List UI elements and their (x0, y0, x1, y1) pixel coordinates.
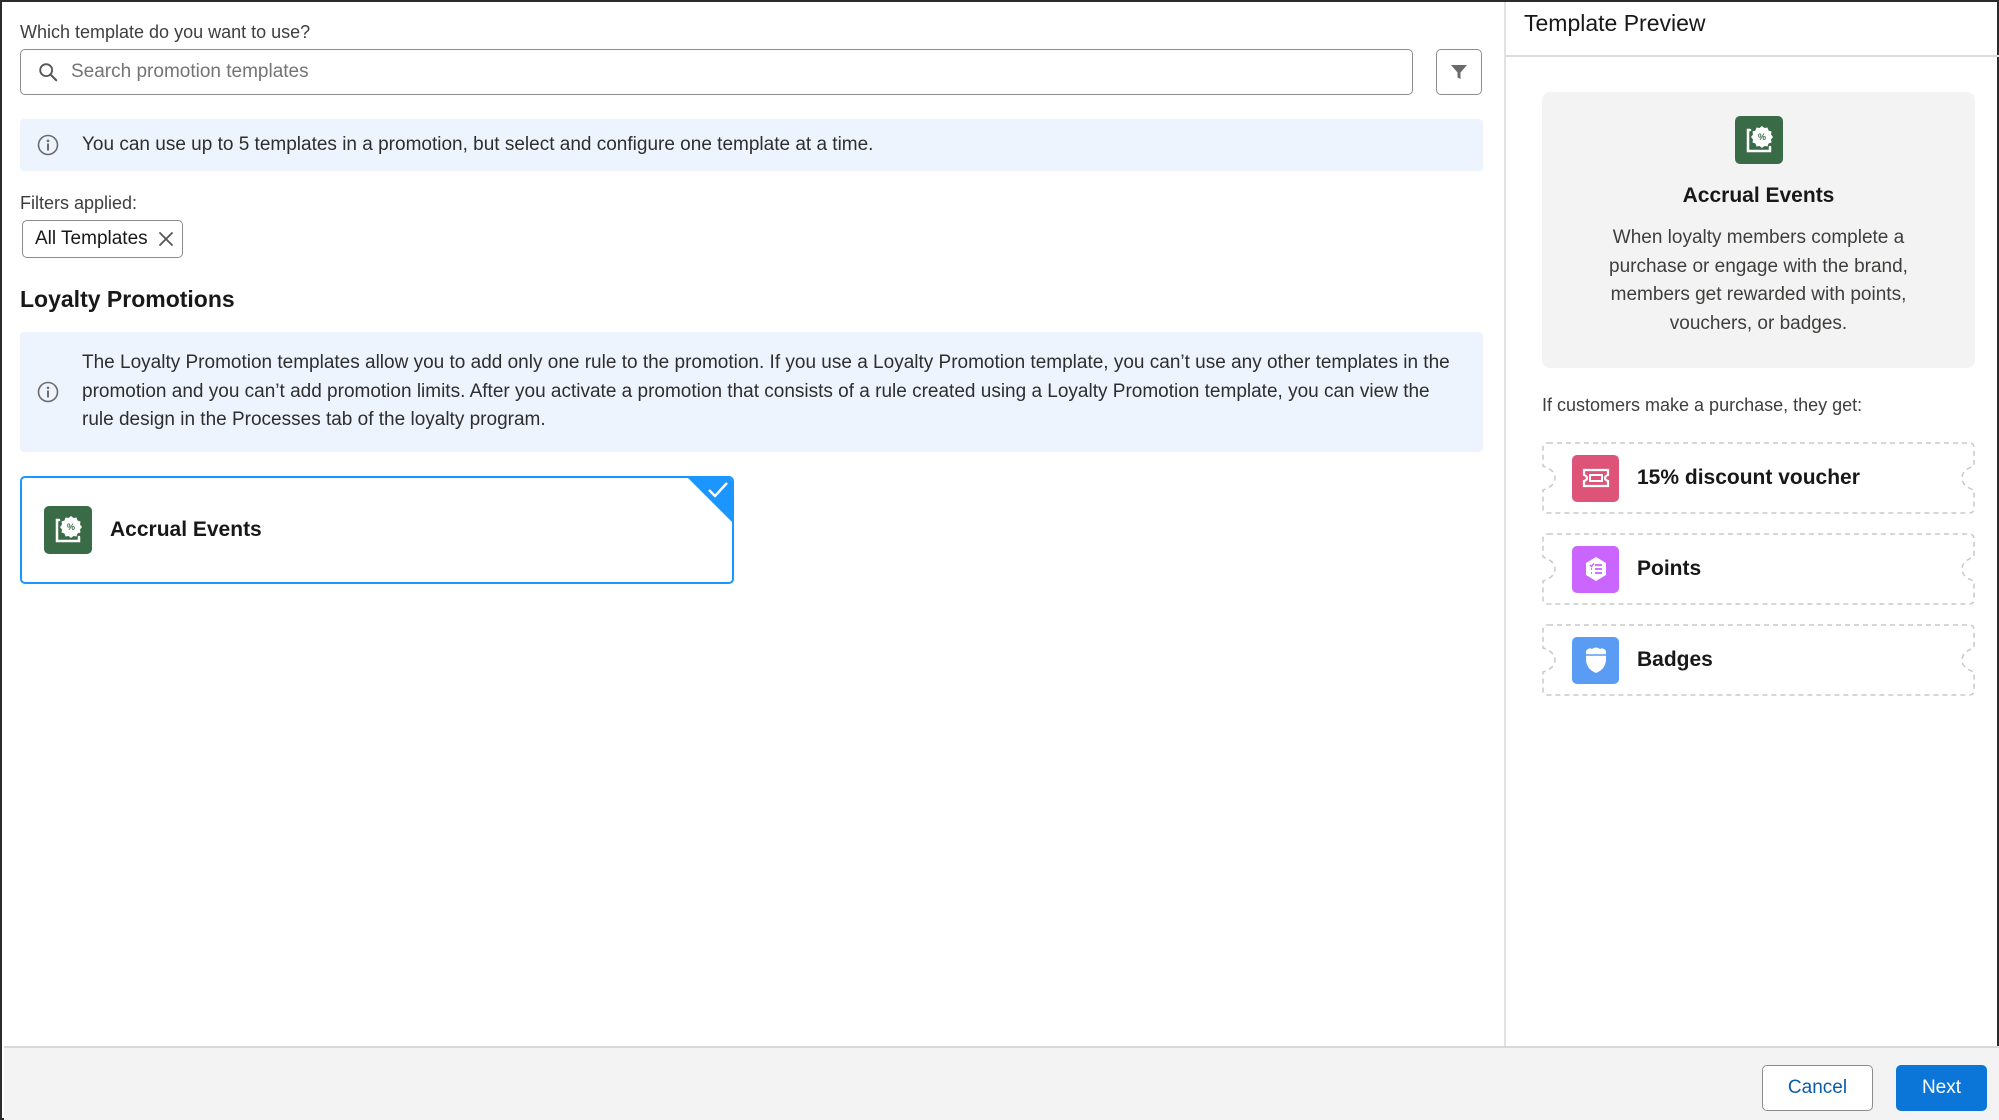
next-button[interactable]: Next (1896, 1065, 1987, 1111)
reward-label: Points (1637, 557, 1702, 580)
reward-item-badges: Badges (1542, 624, 1975, 696)
svg-text:%: % (67, 522, 75, 532)
modal-footer: Cancel Next (4, 1046, 1999, 1120)
loyalty-promotions-info-banner: The Loyalty Promotion templates allow yo… (20, 332, 1483, 452)
badge-icon (1572, 636, 1619, 684)
check-icon (708, 482, 728, 498)
filter-pill-all-templates[interactable]: All Templates (22, 220, 183, 258)
template-card-name: Accrual Events (110, 518, 262, 541)
template-question-label: Which template do you want to use? (20, 22, 311, 42)
filter-button[interactable] (1436, 49, 1482, 95)
filter-pill-label: All Templates (35, 228, 148, 249)
search-input[interactable] (71, 61, 1371, 83)
template-preview-title: Template Preview (1524, 10, 1706, 36)
svg-text:%: % (1757, 132, 1765, 142)
info-banner-text: You can use up to 5 templates in a promo… (82, 133, 874, 155)
rewards-label: If customers make a purchase, they get: (1542, 395, 1863, 415)
reward-item-points: Points (1542, 533, 1975, 605)
cancel-button[interactable]: Cancel (1762, 1065, 1873, 1111)
accrual-events-icon: % (1734, 116, 1783, 164)
modal-frame: Which template do you want to use? You c… (0, 0, 1999, 1120)
points-icon (1572, 545, 1619, 593)
info-icon (37, 134, 59, 156)
loyalty-info-text: The Loyalty Promotion templates allow yo… (82, 352, 1450, 431)
reward-label: Badges (1637, 648, 1713, 671)
templates-limit-info-banner: You can use up to 5 templates in a promo… (20, 119, 1483, 171)
template-search-field[interactable] (20, 49, 1413, 95)
filter-icon (1451, 65, 1467, 79)
search-icon (39, 63, 58, 82)
template-preview-card: % Accrual Events When loyalty members co… (1542, 92, 1975, 368)
template-card-accrual-events[interactable]: % Accrual Events (20, 476, 734, 584)
preview-template-name: Accrual Events (1682, 184, 1835, 207)
reward-item-voucher: 15% discount voucher (1542, 442, 1975, 514)
info-icon (37, 381, 59, 403)
template-preview-pane: Template Preview % Accrual Events When l… (1506, 2, 1999, 1046)
loyalty-promotions-heading: Loyalty Promotions (20, 286, 235, 312)
reward-label: 15% discount voucher (1637, 466, 1860, 489)
preview-header-divider (1506, 55, 1999, 57)
close-icon[interactable] (158, 231, 174, 247)
accrual-events-icon: % (44, 506, 92, 554)
preview-template-description: When loyalty members complete a purchase… (1609, 227, 1908, 334)
voucher-icon (1572, 454, 1619, 502)
filters-applied-label: Filters applied: (20, 193, 138, 213)
